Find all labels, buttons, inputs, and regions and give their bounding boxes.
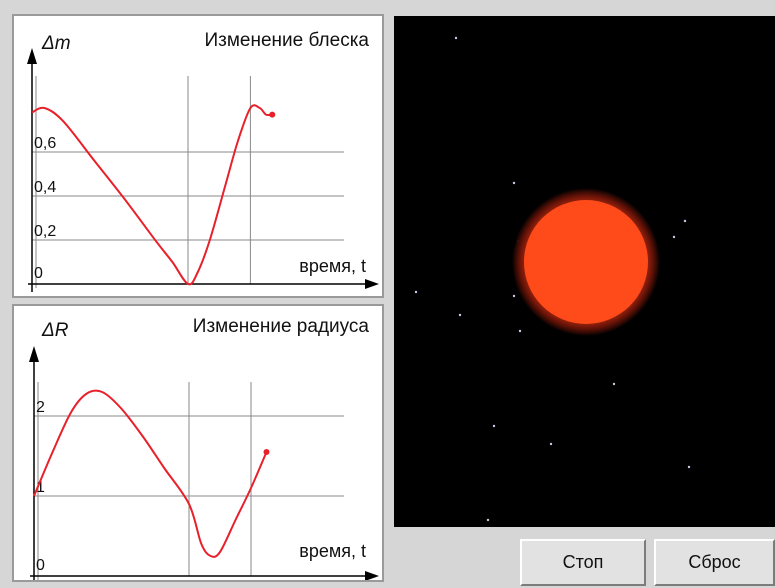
background-star [512,181,516,185]
background-star [672,235,676,239]
stop-button[interactable]: Стоп [520,539,646,586]
y-tick-label: 0 [34,265,43,282]
background-star [683,219,687,223]
pulsating-star [524,200,648,324]
background-star [414,290,418,294]
star-visualization [394,16,775,527]
background-star [458,313,462,317]
radius-chart: 210Изменение радиусаΔRвремя, t [29,316,379,580]
radius-chart-panel: 2 1 0 Изменение радиуса ΔR время, t [12,304,384,582]
current-point [269,111,276,118]
chart-title: Изменение блеска [205,30,370,51]
y-axis-label: ΔR [41,320,69,341]
y-tick-label: 2 [36,399,45,416]
star-canvas [414,36,691,522]
x-axis-label: время, t [299,256,366,276]
background-star [492,424,496,428]
current-point [263,449,270,455]
y-axis-label: Δm [41,33,71,54]
brightness-chart: 0,6 0,4 0,2 0 Изменение блеска Δm время, t [27,30,379,292]
reset-button[interactable]: Сброс [654,539,775,586]
background-star [454,36,458,40]
x-axis-label: время, t [299,541,366,561]
x-axis-arrow [365,571,379,580]
background-star [486,518,490,522]
background-star [612,382,616,386]
y-tick-label: 0 [36,557,45,574]
y-tick-label: 0,2 [34,223,56,240]
chart-title: Изменение радиуса [193,316,370,337]
x-axis-arrow [365,279,379,289]
y-tick-label: 0,4 [34,179,56,196]
y-axis-arrow [29,346,39,362]
background-star [687,465,691,469]
background-star [512,294,516,298]
background-star [518,329,522,333]
y-tick-label: 0,6 [34,135,56,152]
y-axis-arrow [27,48,37,64]
brightness-chart-panel: 0,6 0,4 0,2 0 Изменение блеска Δm время, t [12,14,384,298]
series-line [31,104,273,286]
background-star [549,442,553,446]
